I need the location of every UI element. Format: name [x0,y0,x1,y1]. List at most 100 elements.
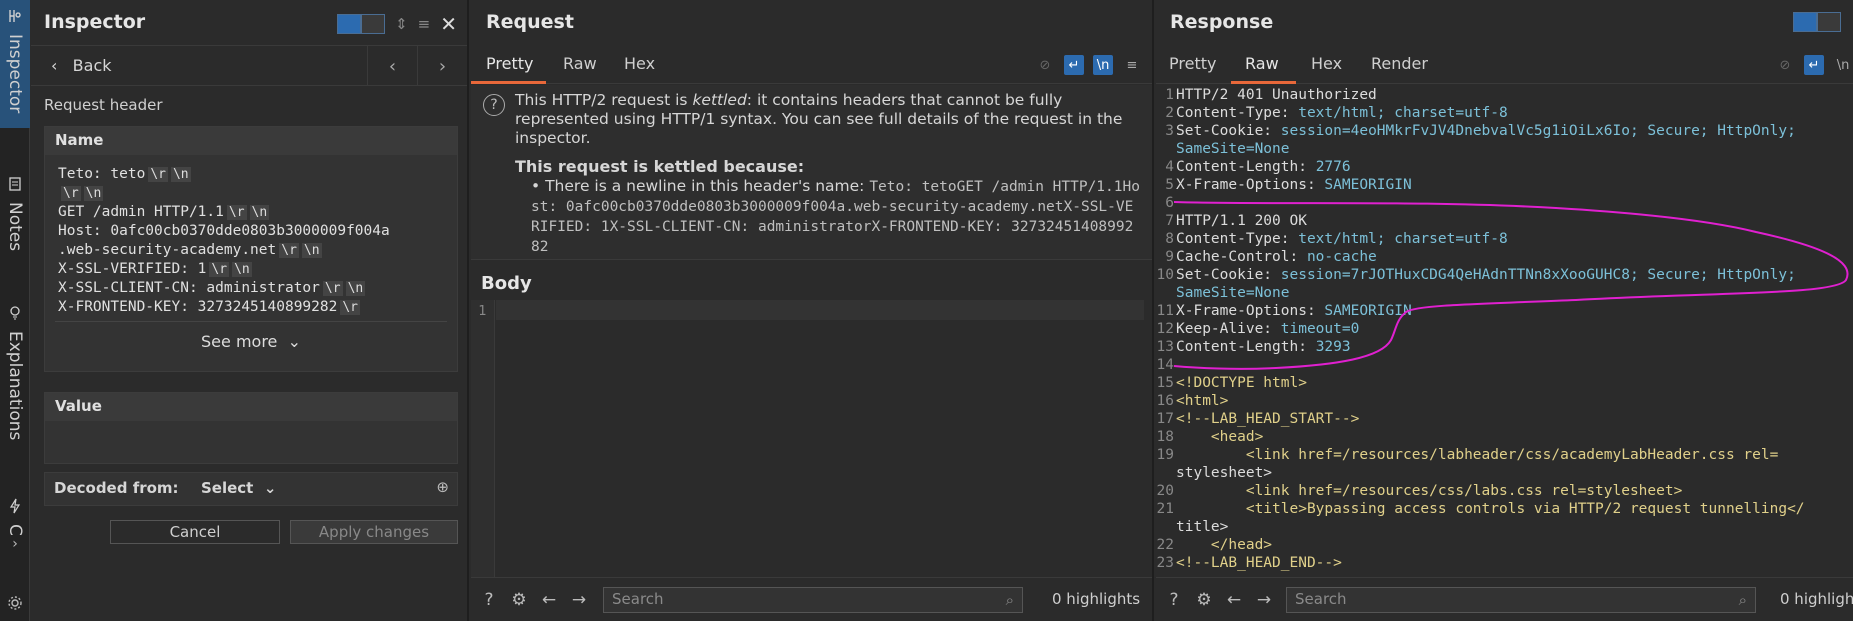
expand-all-icon[interactable]: ⇕ [395,15,408,33]
line-value: 3293 [1315,339,1351,355]
line-value: SAMEORIGIN [1324,177,1412,193]
cr-escape: \r [322,281,343,296]
line-key: <!--LAB_HEAD_START--> [1176,411,1360,427]
search-placeholder: Search [612,590,664,608]
line-text: Cache-Control: no-cache [1176,248,1377,266]
collapse-all-icon[interactable]: ≡ [418,15,431,33]
line-number: 1 [1165,87,1174,103]
line-number: 14 [1156,357,1174,373]
actions-hidden-icon[interactable]: ⊘ [1035,55,1055,75]
line-value: timeout=0 [1280,321,1360,337]
inspector-icon [7,8,23,28]
forward-arrow-icon[interactable]: → [1252,588,1276,612]
value-editor[interactable] [45,421,457,463]
close-icon[interactable]: ✕ [440,12,457,36]
layout-split-icon[interactable] [337,14,362,34]
back-button[interactable]: ‹ Back [51,56,112,75]
lf-escape: \n [83,186,104,201]
back-arrow-icon[interactable]: ← [1222,588,1246,612]
side-tab-partial[interactable]: C › [0,498,30,578]
response-line: stylesheet> [1156,464,1853,482]
response-line: SameSite=None [1156,284,1853,302]
search-icon: ⌕ [1005,591,1014,609]
see-more-label: See more [201,332,278,351]
line-text: Set-Cookie: session=7rJOTHuxCDG4QeHAdnTT… [1176,266,1796,284]
side-tab-label: Explanations [5,331,25,441]
line-number: 2 [1165,105,1174,121]
line-key: Content-Length: [1176,159,1316,175]
tab-pretty[interactable]: Pretty [486,54,533,73]
request-search-input[interactable]: Search ⌕ [603,587,1023,613]
response-search-input[interactable]: Search ⌕ [1286,587,1756,613]
tab-pretty[interactable]: Pretty [1169,54,1216,73]
layout-single-icon[interactable] [361,14,386,34]
line-key: Content-Type: [1176,105,1299,121]
line-key: <link href=/resources/labheader/css/acad… [1176,447,1779,463]
tab-raw[interactable]: Raw [1245,54,1279,73]
side-tab-explanations[interactable]: Explanations [0,305,30,465]
back-arrow-icon[interactable]: ← [537,588,561,612]
side-tab-inspector[interactable]: Inspector [0,0,30,128]
cancel-button[interactable]: Cancel [110,520,280,544]
help-icon[interactable]: ? [1162,588,1186,612]
settings-icon[interactable] [7,595,23,615]
body-editor[interactable] [496,300,1144,320]
line-text: Content-Length: 2776 [1176,158,1351,176]
line-text: Content-Type: text/html; charset=utf-8 [1176,104,1508,122]
line-number: 7 [1165,213,1174,229]
response-line: 20 <link href=/resources/css/labs.css re… [1156,482,1853,500]
lf-escape: \n [301,243,322,258]
tab-raw[interactable]: Raw [563,54,597,73]
response-line: 5 X-Frame-Options: SAMEORIGIN [1156,176,1853,194]
prev-item-button[interactable]: ‹ [367,46,417,86]
tab-hex[interactable]: Hex [624,54,655,73]
see-more-button[interactable]: See more ⌄ [55,321,447,361]
settings-icon[interactable]: ⚙ [1192,588,1216,612]
line-number: 16 [1156,393,1174,409]
line-text: <link href=/resources/labheader/css/acad… [1176,446,1779,464]
body-title: Body [481,273,532,294]
kettled-reason: • There is a newline in this header's na… [531,177,1140,255]
line-number: 3 [1165,123,1174,139]
chevron-right-icon[interactable]: › [12,536,18,552]
layout-single-icon[interactable] [1817,12,1841,32]
value-box: Value [44,392,458,464]
tab-hex[interactable]: Hex [1311,54,1342,73]
response-line: 6 [1156,194,1853,212]
forward-arrow-icon[interactable]: → [567,588,591,612]
line-number: 10 [1156,267,1174,283]
name-box: Name Teto: teto \r \n \r \n GET /admin HTTP… [44,126,458,372]
response-line: 19 <link href=/resources/labheader/css/a… [1156,446,1853,464]
show-newlines-toggle[interactable]: \n [1833,55,1853,75]
search-icon: ⌕ [1738,591,1747,609]
line-number: 15 [1156,375,1174,391]
line-key: Cache-Control: [1176,249,1307,265]
actions-hidden-icon[interactable]: ⊘ [1775,55,1795,75]
next-item-button[interactable]: › [417,46,467,86]
kettled-warning: ? This HTTP/2 request is kettled: it con… [471,85,1152,260]
help-icon[interactable]: ? [477,588,501,612]
decoded-select[interactable]: Select ⌄ [201,479,276,497]
settings-icon[interactable]: ⚙ [507,588,531,612]
show-newlines-toggle[interactable]: \n [1093,55,1113,75]
line-number: 20 [1156,483,1174,499]
add-icon[interactable]: ⊕ [436,478,449,496]
response-editor[interactable]: 1 HTTP/2 401 Unauthorized 2 Content-Type: t… [1156,86,1853,572]
tab-render[interactable]: Render [1371,54,1428,73]
apply-changes-button[interactable]: Apply changes [290,520,458,544]
response-line: SameSite=None [1156,140,1853,158]
kettled-title: This request is kettled because: [515,157,805,176]
response-layout-toggle[interactable] [1793,12,1841,32]
layout-split-icon[interactable] [1793,12,1817,32]
header-name-editor[interactable]: Teto: teto \r \n \r \n GET /admin HTTP/1.1 \… [45,155,457,317]
body-line-gutter: 1 [471,300,495,578]
line-number: 5 [1165,177,1174,193]
word-wrap-icon[interactable]: ↵ [1804,55,1824,75]
decoded-select-value: Select [201,479,254,497]
line-text: <!DOCTYPE html> [1176,374,1307,392]
word-wrap-icon[interactable]: ↵ [1064,55,1084,75]
side-tab-notes[interactable]: Notes [0,176,30,276]
layout-toggle[interactable] [337,14,386,34]
menu-icon[interactable]: ≡ [1122,55,1142,75]
line-value: text/html; charset=utf-8 [1298,231,1508,247]
